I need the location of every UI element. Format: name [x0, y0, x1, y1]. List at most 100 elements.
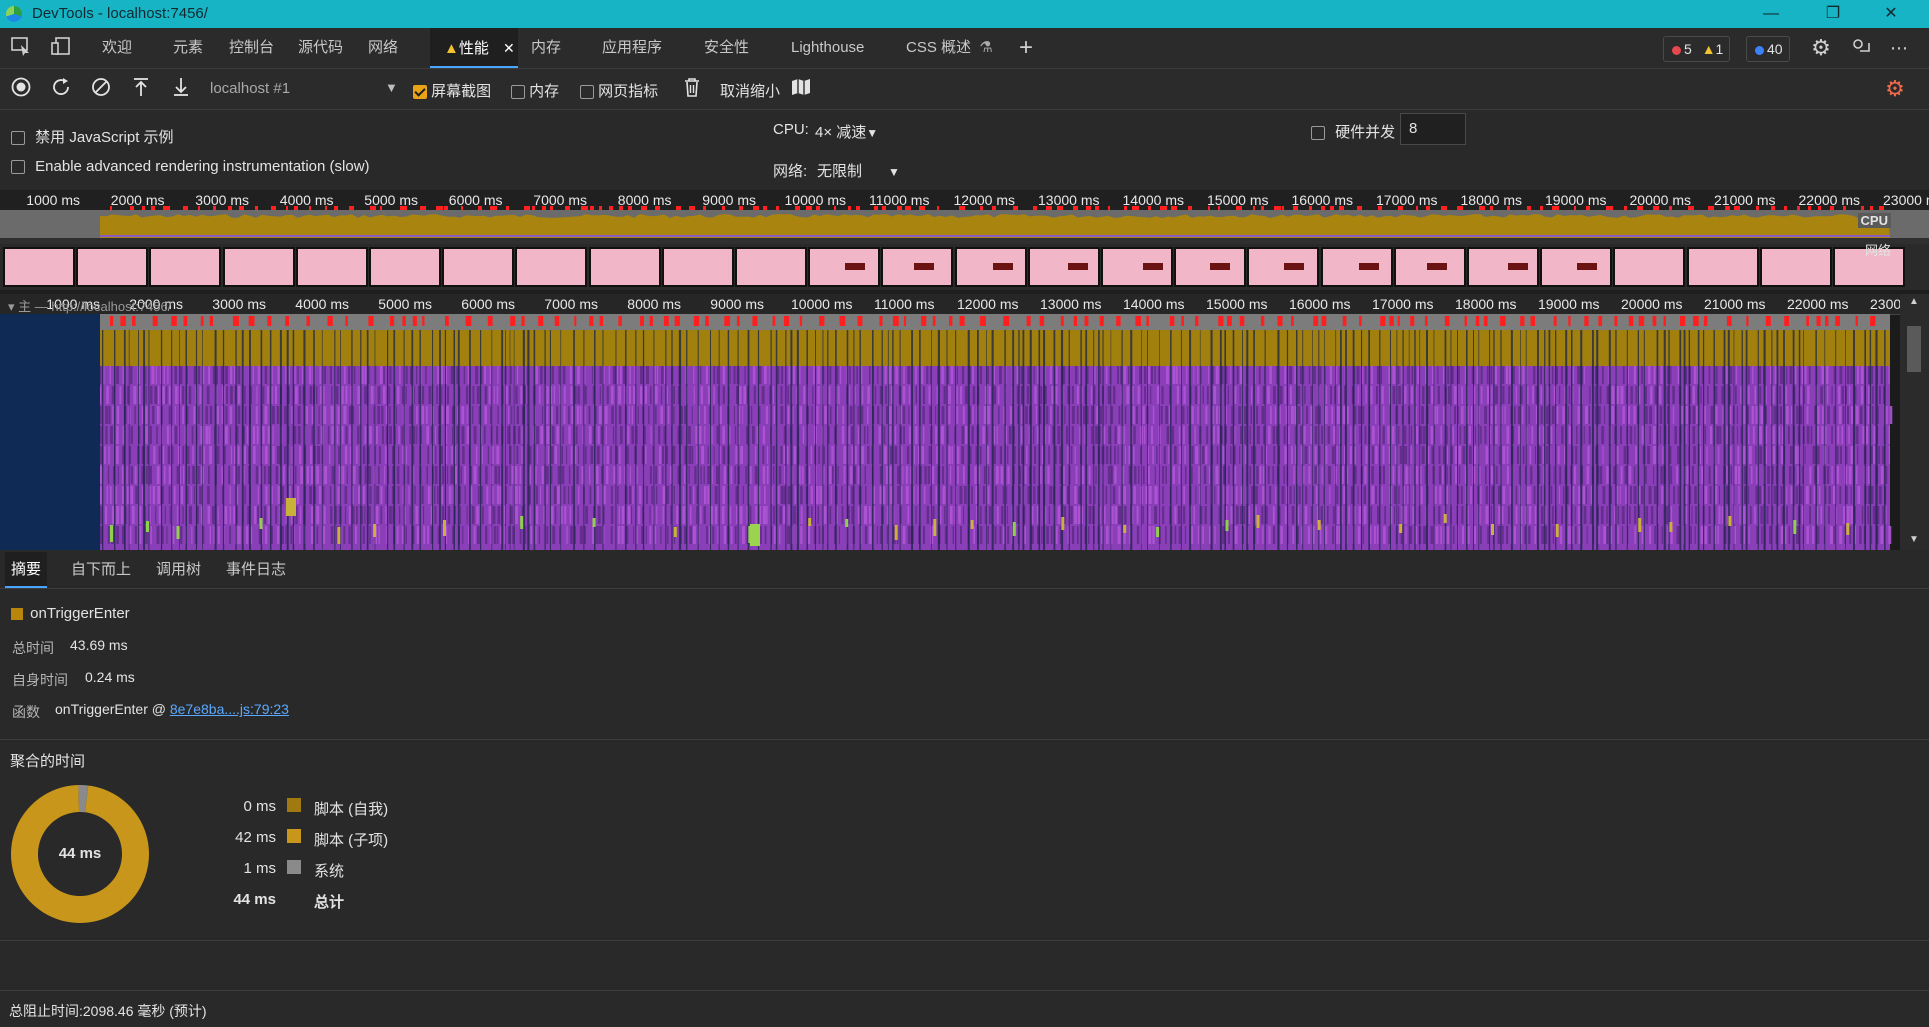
tab-sources[interactable]: 源代码: [292, 28, 349, 68]
screenshot-thumbnail[interactable]: [1393, 247, 1466, 287]
minimize-icon[interactable]: —: [1748, 2, 1794, 26]
overview-tick: 23000 ms: [1883, 192, 1929, 208]
restore-icon[interactable]: ❐: [1810, 2, 1856, 26]
screenshot-thumbnail[interactable]: [1027, 247, 1100, 287]
screenshot-thumbnail[interactable]: [369, 247, 441, 287]
flame-chart[interactable]: 1000 ms 2000 ms 3000 ms 4000 ms 5000 ms 6000 …: [0, 294, 1929, 550]
tab-console[interactable]: 控制台: [223, 28, 280, 68]
timeline-overview[interactable]: 1000 ms 2000 ms 3000 ms 4000 ms 5000 ms 6000 …: [0, 190, 1929, 294]
screenshot-thumbnail[interactable]: [1759, 247, 1832, 287]
tab-event-log[interactable]: 事件日志: [220, 552, 292, 588]
tab-css-overview[interactable]: CSS 概述 ⚗: [900, 28, 999, 68]
screenshot-thumbnail[interactable]: [1320, 247, 1393, 287]
screenshot-thumbnail[interactable]: [1467, 247, 1539, 287]
flame-tick: 15000 ms: [1206, 296, 1268, 312]
overview-tick: 21000 ms: [1714, 192, 1776, 208]
hardware-concurrency-input[interactable]: 8: [1400, 113, 1466, 145]
add-tab-icon[interactable]: +: [1013, 35, 1039, 61]
clear-icon[interactable]: [88, 76, 114, 102]
inspect-element-icon[interactable]: [8, 35, 34, 61]
screenshot-thumbnail[interactable]: [954, 247, 1027, 287]
upload-profile-icon[interactable]: [128, 76, 154, 102]
garbage-collect-icon[interactable]: [679, 76, 705, 102]
tab-security[interactable]: 安全性: [698, 28, 755, 68]
screenshot-thumbnail[interactable]: [3, 247, 75, 287]
advanced-rendering-checkbox[interactable]: [11, 160, 25, 175]
info-counter[interactable]: 40: [1746, 36, 1790, 62]
main-track-header[interactable]: ▾ 主 — http://localhost:7456/: [8, 296, 171, 315]
screenshot-thumbnail[interactable]: [515, 247, 588, 287]
window-title: DevTools - localhost:7456/: [32, 5, 208, 22]
disable-js-samples-toggle[interactable]: 禁用 JavaScript 示例: [11, 126, 174, 147]
feedback-icon[interactable]: [1848, 35, 1874, 61]
cpu-throttling-select[interactable]: 4× 减速▼: [815, 121, 878, 142]
scrollbar-thumb[interactable]: [1907, 326, 1921, 372]
more-options-icon[interactable]: ⋯: [1886, 35, 1912, 61]
screenshot-thumbnail[interactable]: [149, 247, 222, 287]
memory-toggle[interactable]: 内存: [511, 80, 559, 101]
overview-time-ruler: 1000 ms 2000 ms 3000 ms 4000 ms 5000 ms 6000 …: [0, 190, 1929, 211]
screenshot-thumbnail[interactable]: [222, 247, 295, 287]
flame-tick: 4000 ms: [295, 296, 349, 312]
tab-network[interactable]: 网络: [362, 28, 404, 68]
screenshot-thumbnail[interactable]: [661, 247, 734, 287]
web-vitals-checkbox[interactable]: [580, 85, 594, 100]
recording-target-select[interactable]: localhost #1: [210, 80, 290, 97]
tab-performance[interactable]: ▲性能 ✕: [430, 28, 518, 68]
scroll-up-icon[interactable]: ▲: [1909, 296, 1919, 307]
flame-tick: 20000 ms: [1621, 296, 1683, 312]
screenshot-thumbnail[interactable]: [808, 247, 881, 287]
close-window-icon[interactable]: ✕: [1868, 2, 1914, 26]
hardware-concurrency-checkbox[interactable]: [1311, 126, 1325, 141]
screenshot-thumbnail[interactable]: [1686, 247, 1759, 287]
tab-summary[interactable]: 摘要: [5, 552, 48, 588]
screenshots-checkbox[interactable]: [413, 85, 427, 100]
tab-call-tree[interactable]: 调用树: [150, 552, 207, 588]
download-profile-icon[interactable]: [168, 76, 194, 102]
capture-settings-gear-icon[interactable]: ⚙: [1882, 76, 1908, 102]
screenshot-thumbnail[interactable]: [442, 247, 515, 287]
error-icon: [1672, 45, 1681, 55]
screenshot-thumbnail[interactable]: [1540, 247, 1613, 287]
issues-counter[interactable]: 5 ▲1: [1663, 36, 1731, 62]
main-thread-flame-graph[interactable]: [0, 314, 1900, 550]
reload-record-icon[interactable]: [48, 76, 74, 102]
screenshot-thumbnail[interactable]: [76, 247, 149, 287]
screenshot-thumbnail[interactable]: [1613, 247, 1686, 287]
overview-tick: 17000 ms: [1376, 192, 1438, 208]
tab-elements[interactable]: 元素: [167, 28, 209, 68]
screenshot-thumbnail[interactable]: [588, 247, 661, 287]
tab-lighthouse[interactable]: Lighthouse: [785, 28, 870, 68]
network-throttling-select[interactable]: 无限制 ▼: [817, 160, 900, 181]
screenshot-thumbnail[interactable]: [735, 247, 807, 287]
screenshot-thumbnail[interactable]: [295, 247, 368, 287]
source-location-link[interactable]: 8e7e8ba....js:79:23: [170, 701, 289, 717]
advanced-rendering-toggle[interactable]: Enable advanced rendering instrumentatio…: [11, 158, 370, 175]
tab-memory[interactable]: 内存: [525, 28, 567, 68]
screenshot-thumbnail[interactable]: [1174, 247, 1247, 287]
close-tab-icon[interactable]: ✕: [503, 40, 515, 56]
collapse-arrow-icon[interactable]: ▾: [8, 299, 15, 314]
web-vitals-toggle[interactable]: 网页指标: [580, 80, 658, 101]
hardware-concurrency-toggle[interactable]: 硬件并发: [1311, 121, 1395, 142]
settings-gear-icon[interactable]: ⚙: [1808, 35, 1834, 61]
device-toolbar-icon[interactable]: [48, 35, 74, 61]
screenshot-thumbnail[interactable]: [1247, 247, 1320, 287]
screenshot-content: [1427, 263, 1448, 270]
tab-welcome[interactable]: 欢迎: [96, 28, 138, 68]
screenshot-thumbnail[interactable]: [1101, 247, 1173, 287]
chevron-down-icon[interactable]: ▼: [385, 80, 398, 95]
unzoom-button[interactable]: 取消缩小: [720, 80, 780, 101]
disable-js-samples-checkbox[interactable]: [11, 131, 25, 146]
screenshot-content: [845, 263, 866, 270]
memory-checkbox[interactable]: [511, 85, 525, 100]
tab-bottom-up[interactable]: 自下而上: [65, 552, 137, 588]
screenshots-toggle[interactable]: 屏幕截图: [413, 80, 491, 101]
event-name: onTriggerEnter: [30, 605, 130, 622]
scroll-down-icon[interactable]: ▼: [1909, 534, 1919, 545]
tab-application[interactable]: 应用程序: [596, 28, 668, 68]
screenshot-thumbnail[interactable]: [881, 247, 954, 287]
flame-vertical-scrollbar[interactable]: ▲ ▼: [1900, 294, 1929, 550]
record-icon[interactable]: [8, 76, 34, 102]
show-overview-map-icon[interactable]: [788, 76, 814, 102]
